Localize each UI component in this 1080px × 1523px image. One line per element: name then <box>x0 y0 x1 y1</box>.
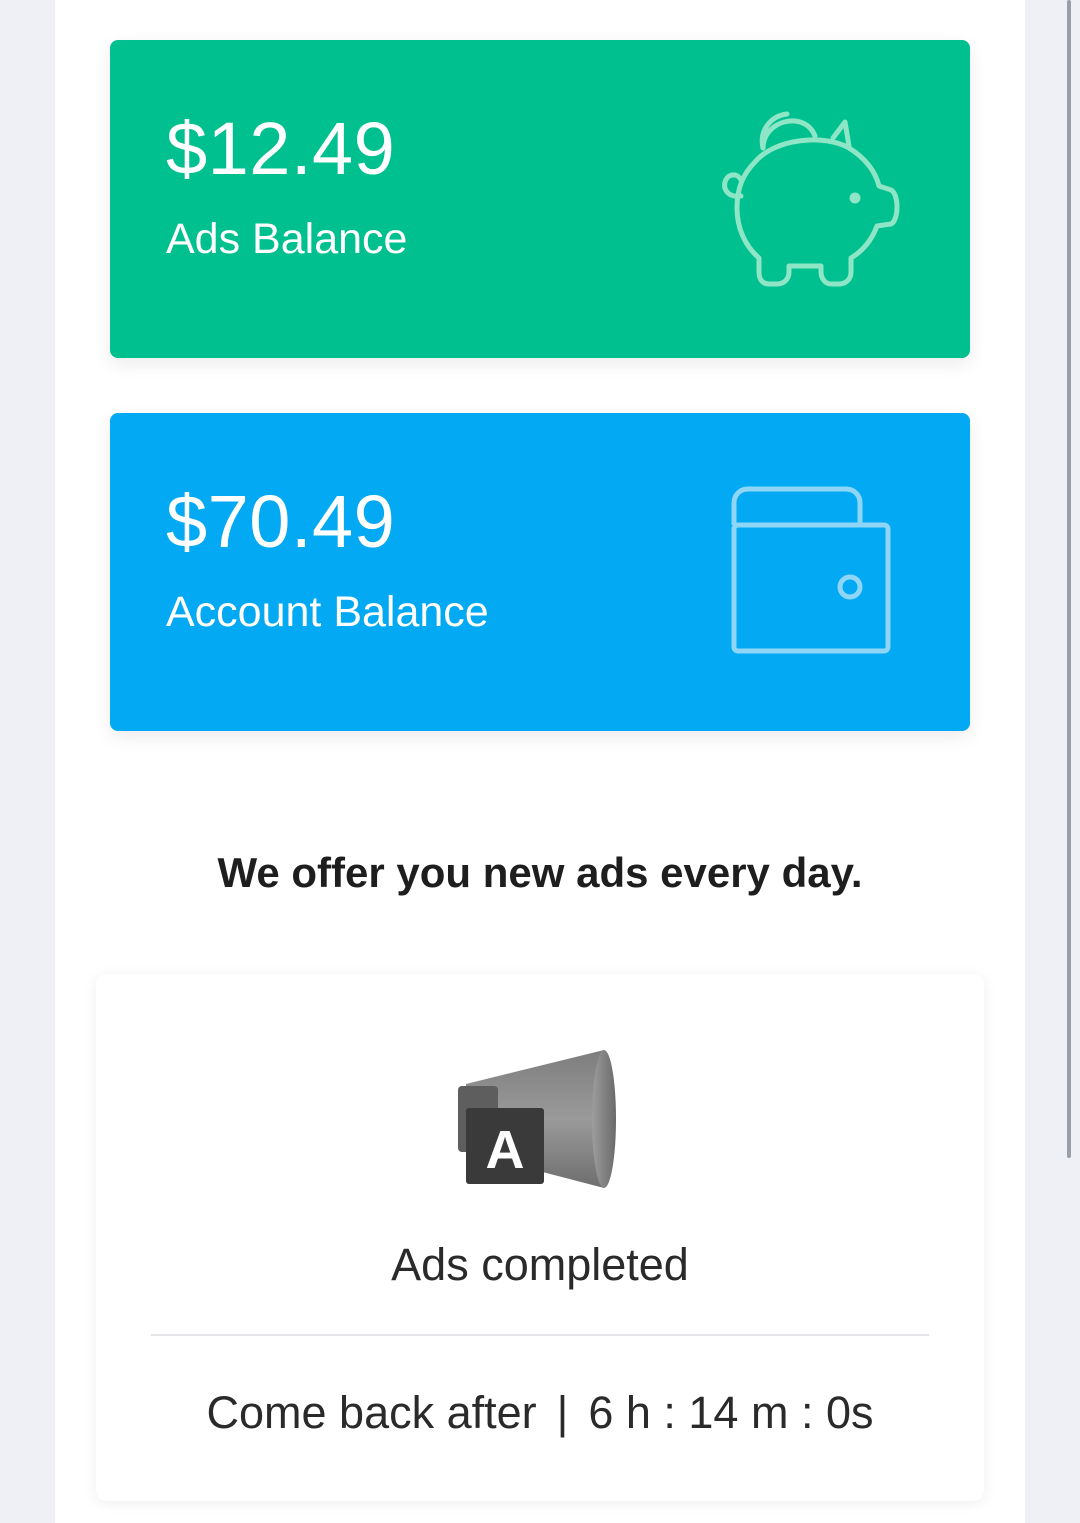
ads-balance-amount: $12.49 <box>166 107 396 190</box>
scrollbar-thumb[interactable] <box>1067 0 1071 1158</box>
piggy-bank-icon <box>715 100 920 300</box>
wallet-icon <box>726 485 898 662</box>
account-balance-label: Account Balance <box>166 588 489 636</box>
countdown-separator: | <box>556 1387 569 1438</box>
scrollbar[interactable] <box>1066 0 1072 1523</box>
account-balance-amount: $70.49 <box>166 480 396 563</box>
tagline: We offer you new ads every day. <box>217 849 863 896</box>
come-back-label: Come back after <box>206 1387 537 1438</box>
ads-balance-label: Ads Balance <box>166 215 408 263</box>
countdown-row: Come back after | 6 h : 14 m : 0s <box>96 1390 984 1435</box>
countdown-timer: 6 h : 14 m : 0s <box>588 1387 874 1438</box>
account-balance-card: $70.49 Account Balance <box>110 413 970 731</box>
divider <box>151 1334 929 1336</box>
ads-balance-card: $12.49 Ads Balance <box>110 40 970 358</box>
ads-status-card: A Ads completed Come back after | 6 h : 14… <box>96 974 984 1501</box>
ads-icon-letter: A <box>486 1120 525 1180</box>
ads-megaphone-icon: A <box>456 1046 626 1201</box>
ads-completed-title: Ads completed <box>391 1239 689 1290</box>
